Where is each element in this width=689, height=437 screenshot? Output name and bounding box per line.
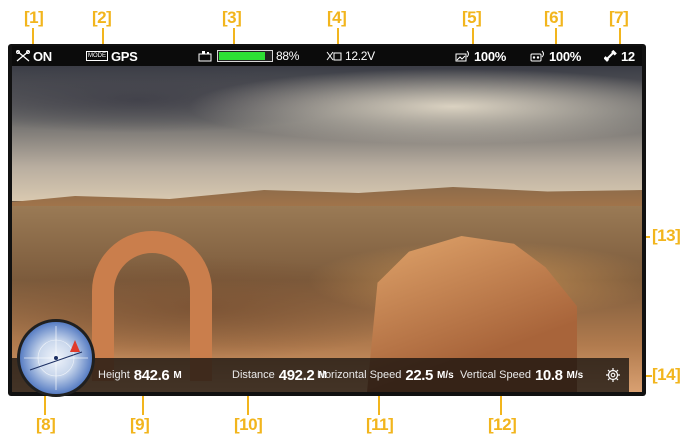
distance-value: 492.2 [278, 366, 315, 384]
callout-3: [3] [222, 8, 242, 27]
vertical-speed-readout: Vertical Speed 10.8 M/s [460, 358, 583, 392]
aircraft-status[interactable]: ON [16, 46, 52, 66]
flight-mode-value: GPS [111, 48, 138, 64]
callout-12: [12] [488, 415, 517, 434]
horizontal-speed-unit: M/s [437, 369, 454, 381]
callout-11: [11] [366, 415, 394, 434]
settings-gear-icon [605, 367, 621, 383]
vertical-speed-label: Vertical Speed [460, 369, 531, 381]
battery-percent: 88% [276, 49, 300, 63]
battery-bar [217, 50, 273, 62]
compass-radar[interactable] [17, 319, 95, 397]
callout-1: [1] [24, 8, 44, 27]
callout-13: [13] [652, 226, 681, 245]
battery-fill [219, 52, 265, 60]
sky-scene [12, 66, 642, 201]
callout-9: [9] [130, 415, 150, 434]
vertical-speed-unit: M/s [566, 369, 584, 381]
callout-2: [2] [92, 8, 112, 27]
drone-status-icon [16, 50, 30, 62]
voltage-value: 12.2V [345, 49, 375, 63]
image-signal-icon [455, 50, 471, 62]
distance-readout: Distance 492.2 M [232, 358, 327, 392]
satellite-icon [604, 50, 618, 62]
battery-icon [198, 50, 214, 62]
rc-signal-value: 100% [549, 48, 582, 64]
image-transmission-signal[interactable]: 100% [455, 46, 506, 66]
battery-status[interactable]: 88% [198, 46, 299, 66]
height-value: 842.6 [133, 366, 170, 384]
callout-4: [4] [327, 8, 347, 27]
voltage-status[interactable]: 12.2V [326, 46, 375, 66]
satellite-count: 12 [621, 48, 635, 64]
rc-signal-icon [530, 50, 546, 62]
callout-7: [7] [609, 8, 629, 27]
camera-live-view[interactable] [12, 66, 642, 392]
callout-8: [8] [36, 415, 56, 434]
height-unit: M [173, 369, 182, 381]
distance-label: Distance [232, 369, 275, 381]
height-label: Height [98, 369, 130, 381]
flight-mode[interactable]: MODE GPS [86, 46, 138, 66]
height-readout: Height 842.6 M [98, 358, 182, 392]
callout-5: [5] [462, 8, 482, 27]
compass-icon [24, 326, 88, 390]
voltage-icon [326, 50, 342, 62]
settings-button[interactable] [596, 358, 629, 392]
aircraft-heading-marker [70, 340, 80, 352]
gps-satellites[interactable]: 12 [604, 46, 635, 66]
vertical-speed-value: 10.8 [534, 366, 563, 384]
mode-icon: MODE [86, 51, 108, 61]
rc-signal[interactable]: 100% [530, 46, 581, 66]
horizontal-speed-readout: Horizontal Speed 22.5 M/s [317, 358, 454, 392]
callout-10: [10] [234, 415, 263, 434]
image-signal-value: 100% [474, 48, 507, 64]
aircraft-status-value: ON [33, 48, 52, 64]
horizontal-speed-label: Horizontal Speed [317, 369, 402, 381]
callout-14: [14] [652, 365, 681, 384]
status-bar: ON MODE GPS 88% 12.2V 100% 100% 12 [12, 46, 642, 66]
callout-6: [6] [544, 8, 564, 27]
horizontal-speed-value: 22.5 [405, 366, 433, 384]
telemetry-bar: Height 842.6 M Distance 492.2 M Horizont… [12, 358, 629, 392]
